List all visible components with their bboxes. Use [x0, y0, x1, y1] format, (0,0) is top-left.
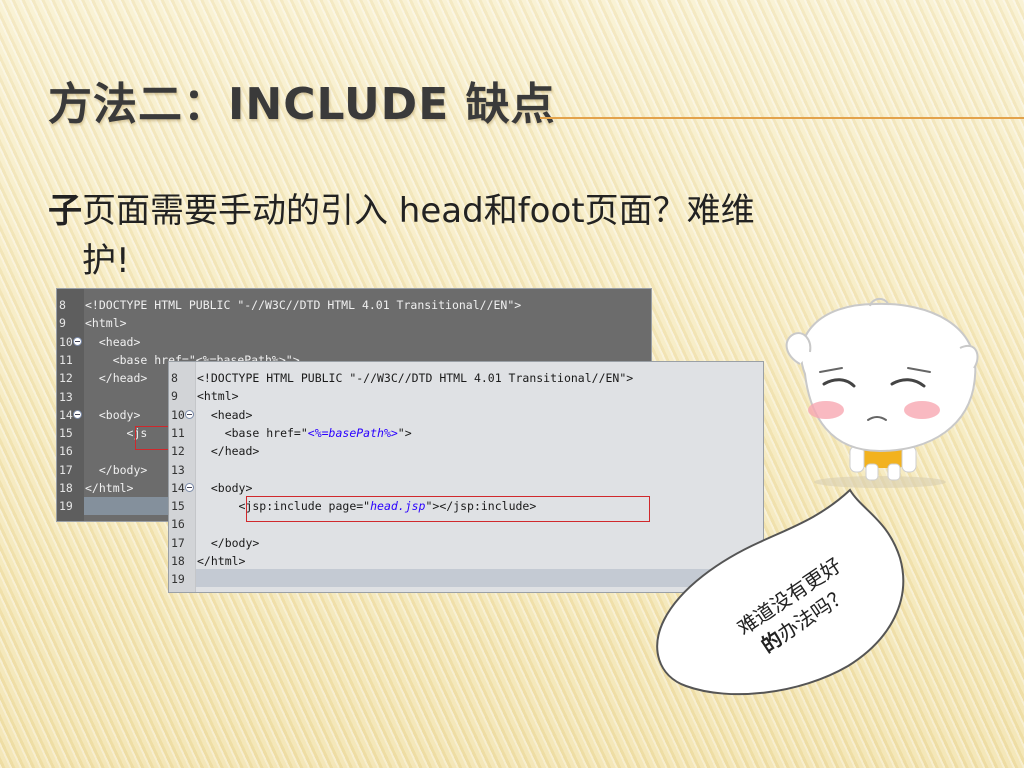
- code-text-pre: <base href=": [197, 425, 308, 440]
- code-line: 10 <head>: [169, 406, 763, 424]
- code-text: </body>: [197, 535, 260, 550]
- code-text: </html>: [197, 554, 246, 568]
- code-line: 13: [169, 461, 763, 479]
- line-number: 16: [171, 517, 185, 532]
- code-line: 12 </head>: [169, 442, 763, 460]
- code-line: 10 <head>: [57, 333, 651, 351]
- line-number: 8: [171, 371, 178, 385]
- code-text: <!DOCTYPE HTML PUBLIC "-//W3C//DTD HTML …: [85, 298, 522, 312]
- bullet-text: 子页面需要手动的引入 head和foot页面？难维 护!: [48, 186, 988, 286]
- line-number: 18: [59, 481, 73, 495]
- speech-bubble: 难道没有更好 的办法吗？: [650, 480, 912, 700]
- code-text: </html>: [85, 481, 134, 495]
- code-text: <body>: [197, 480, 253, 495]
- line-number: 13: [171, 462, 185, 477]
- bullet-line-1: 子页面需要手动的引入 head和foot页面？难维: [48, 186, 988, 236]
- mascot-icon: [785, 298, 979, 488]
- code-text: </head>: [197, 444, 260, 459]
- fold-toggle-icon[interactable]: [185, 482, 194, 492]
- line-number: 8: [59, 298, 66, 312]
- title-underline: [540, 117, 1024, 119]
- code-text: <html>: [85, 316, 127, 331]
- code-text: </body>: [85, 462, 148, 477]
- line-number: 11: [59, 352, 73, 367]
- code-line: 8 <!DOCTYPE HTML PUBLIC "-//W3C//DTD HTML…: [169, 369, 763, 387]
- line-number: 19: [171, 572, 185, 587]
- code-text: <html>: [197, 389, 239, 404]
- line-number: 18: [171, 554, 185, 568]
- code-text-post: ">: [397, 425, 412, 440]
- line-number: 15: [59, 426, 73, 441]
- include-highlight-box: [246, 496, 650, 522]
- line-number: 12: [171, 444, 185, 459]
- bullet-line-1-text: 页面需要手动的引入 head和foot页面？难维: [82, 191, 755, 231]
- code-line: 9 <html>: [57, 314, 651, 332]
- code-text: <body>: [85, 407, 141, 422]
- code-text: <head>: [197, 407, 253, 422]
- code-text: </head>: [85, 371, 148, 386]
- code-line: 9 <html>: [169, 387, 763, 405]
- attribute-value: <%=basePath%>: [307, 425, 398, 440]
- code-text: <base href="<%=basePath%>">: [197, 424, 412, 442]
- line-number: 12: [59, 371, 73, 386]
- line-number: 9: [59, 316, 66, 331]
- fold-toggle-icon[interactable]: [73, 336, 82, 346]
- code-text: <!DOCTYPE HTML PUBLIC "-//W3C//DTD HTML …: [197, 371, 634, 385]
- line-number: 11: [171, 425, 185, 440]
- code-text: <head>: [85, 334, 141, 349]
- code-line: 11 <base href="<%=basePath%>">: [169, 424, 763, 442]
- mascot-illustration: [780, 296, 980, 491]
- line-number: 17: [59, 462, 73, 477]
- slide-title: 方法二：INCLUDE 缺点: [48, 79, 556, 130]
- line-number: 15: [171, 499, 185, 514]
- bullet-line-2: 护!: [82, 241, 130, 281]
- fold-toggle-icon[interactable]: [185, 409, 194, 419]
- bullet-mark: 子: [48, 191, 82, 231]
- line-number: 19: [59, 499, 73, 514]
- line-number: 17: [171, 535, 185, 550]
- line-number: 16: [59, 444, 73, 459]
- line-number: 13: [59, 389, 73, 404]
- code-line: 8 <!DOCTYPE HTML PUBLIC "-//W3C//DTD HTML…: [57, 296, 651, 314]
- fold-toggle-icon[interactable]: [73, 409, 82, 419]
- line-number: 9: [171, 389, 178, 404]
